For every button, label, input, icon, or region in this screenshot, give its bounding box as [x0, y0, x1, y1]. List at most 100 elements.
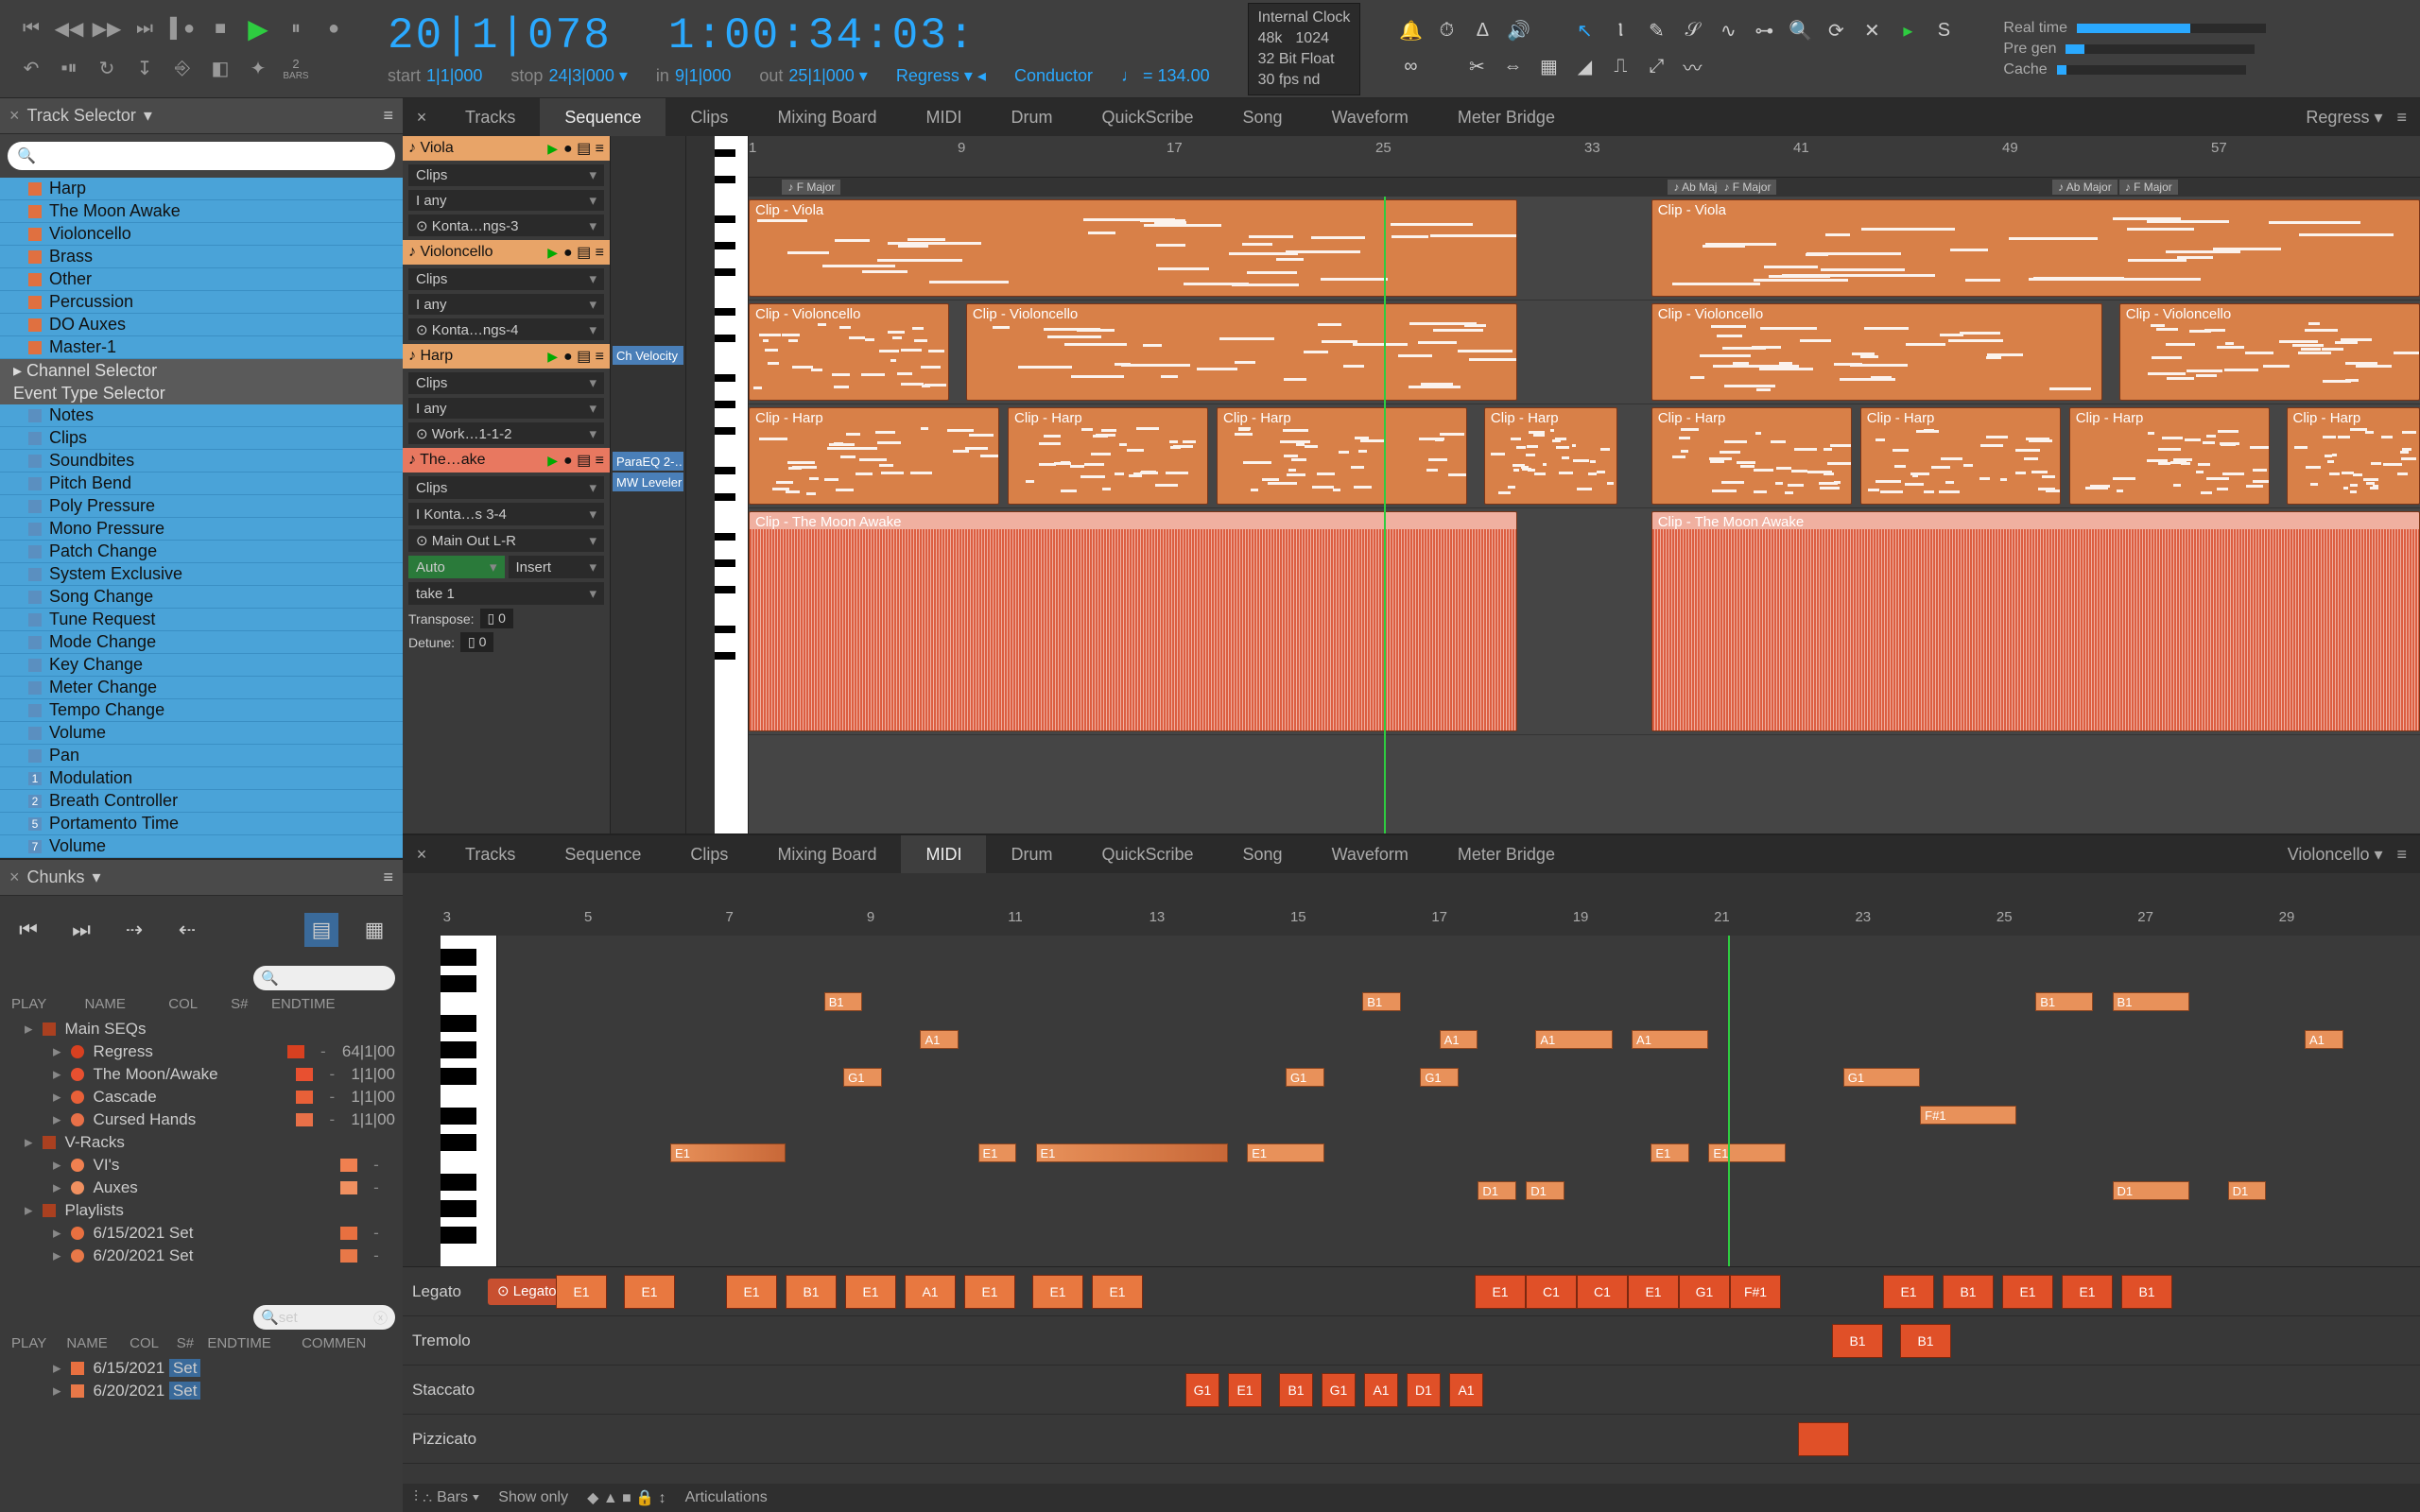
- clip[interactable]: Clip - Violoncello: [1651, 303, 2102, 401]
- list-view-button[interactable]: ▤: [304, 913, 338, 947]
- track-select[interactable]: Clips: [408, 372, 604, 394]
- chunk-item[interactable]: ▸Auxes-: [8, 1177, 395, 1199]
- articulation-event[interactable]: E1: [964, 1275, 1015, 1309]
- articulation-event[interactable]: G1: [1679, 1275, 1730, 1309]
- midi-note[interactable]: B1: [1362, 992, 1401, 1011]
- cross-tool[interactable]: ✕: [1859, 19, 1884, 43]
- articulation-event[interactable]: E1: [2002, 1275, 2053, 1309]
- rewind-start-button[interactable]: ⏮: [15, 13, 47, 45]
- rewind-button[interactable]: ◀◀: [53, 13, 85, 45]
- midi-note[interactable]: F#1: [1920, 1106, 2016, 1125]
- midi-note[interactable]: G1: [1420, 1068, 1459, 1087]
- tab-quickscribe[interactable]: QuickScribe: [1077, 835, 1218, 873]
- clip[interactable]: Clip - Harp: [2287, 407, 2420, 505]
- chunk-item[interactable]: ▸Cascade-1|1|00: [8, 1086, 395, 1108]
- clip[interactable]: Clip - Viola: [749, 199, 1517, 297]
- articulation-row[interactable]: TremoloB1B1: [403, 1316, 2420, 1366]
- track-item[interactable]: The Moon Awake: [0, 200, 403, 223]
- speaker-icon[interactable]: 🔊: [1506, 19, 1530, 43]
- fade-icon[interactable]: ◢: [1572, 55, 1597, 79]
- cue-prev-button[interactable]: ⏮: [11, 913, 45, 947]
- cue-next-button[interactable]: ⏭: [64, 913, 98, 947]
- close-icon[interactable]: ×: [403, 835, 441, 873]
- tab-clips[interactable]: Clips: [666, 98, 752, 136]
- tab-context-select[interactable]: Regress ▾ ≡: [2292, 98, 2420, 136]
- tab-mixing-board[interactable]: Mixing Board: [752, 835, 901, 873]
- sequence-ruler[interactable]: 19172533414957: [749, 136, 2420, 178]
- tab-drum[interactable]: Drum: [986, 98, 1077, 136]
- event-type-item[interactable]: Soundbites: [0, 450, 403, 472]
- tab-context-select[interactable]: Violoncello ▾ ≡: [2274, 835, 2420, 873]
- tab-quickscribe[interactable]: QuickScribe: [1077, 98, 1218, 136]
- clip[interactable]: Clip - The Moon Awake: [749, 511, 1517, 731]
- pause-end-button[interactable]: ▌●: [166, 13, 199, 45]
- pause-button[interactable]: ⏸: [280, 13, 312, 45]
- tab-midi[interactable]: MIDI: [901, 98, 986, 136]
- track-select[interactable]: I Konta…s 3-4: [408, 503, 604, 525]
- articulation-event[interactable]: E1: [1228, 1373, 1262, 1407]
- tab-waveform[interactable]: Waveform: [1307, 98, 1433, 136]
- countoff-button[interactable]: ✦: [242, 53, 274, 85]
- track-select[interactable]: I any: [408, 294, 604, 316]
- articulation-event[interactable]: E1: [2062, 1275, 2113, 1309]
- chunk-item[interactable]: ▸6/20/2021 Set-: [8, 1245, 395, 1267]
- track-header[interactable]: ♪ The…ake▶ ● ▤ ≡: [403, 448, 610, 472]
- cut-icon[interactable]: ✂: [1464, 55, 1489, 79]
- articulation-event[interactable]: G1: [1322, 1373, 1356, 1407]
- track-search-input[interactable]: 🔍: [8, 142, 395, 170]
- articulation-event[interactable]: C1: [1526, 1275, 1577, 1309]
- midi-note-grid[interactable]: B1B1B1B1A1A1A1A1A1G1G1G1G1F#1E1E1E1E1E1E…: [497, 936, 2420, 1266]
- articulation-event[interactable]: E1: [1883, 1275, 1934, 1309]
- track-select[interactable]: Clips: [408, 164, 604, 186]
- punch-button[interactable]: ↧: [129, 53, 161, 85]
- track-item[interactable]: Percussion: [0, 291, 403, 314]
- cc-item[interactable]: 2Breath Controller: [0, 790, 403, 813]
- midi-note[interactable]: D1: [2228, 1181, 2267, 1200]
- preroll-button[interactable]: 2BARS: [280, 53, 312, 85]
- track-select[interactable]: I any: [408, 398, 604, 420]
- track-item[interactable]: DO Auxes: [0, 314, 403, 336]
- clip[interactable]: Clip - Viola: [1651, 199, 2420, 297]
- track-select[interactable]: I any: [408, 190, 604, 212]
- event-type-item[interactable]: Pitch Bend: [0, 472, 403, 495]
- zoom-tool[interactable]: 🔍: [1788, 19, 1812, 43]
- view-mode[interactable]: ⫶ ∴ Bars ▾: [414, 1489, 479, 1506]
- cc-item[interactable]: 1Modulation: [0, 767, 403, 790]
- midi-note[interactable]: A1: [1632, 1030, 1708, 1049]
- articulation-event[interactable]: B1: [786, 1275, 837, 1309]
- click-button[interactable]: ◧: [204, 53, 236, 85]
- cc-item[interactable]: 5Portamento Time: [0, 813, 403, 835]
- chunk-folder[interactable]: ▸V-Racks: [8, 1131, 395, 1154]
- midi-note[interactable]: A1: [1440, 1030, 1478, 1049]
- insert-slot[interactable]: MW Leveler: [613, 472, 683, 491]
- articulation-row[interactable]: StaccatoG1E1B1G1A1D1A1: [403, 1366, 2420, 1415]
- articulation-header-pill[interactable]: ⊙ Legato: [488, 1279, 566, 1305]
- overdub-button[interactable]: ⎆: [166, 53, 199, 85]
- event-type-item[interactable]: Meter Change: [0, 677, 403, 699]
- articulation-event[interactable]: A1: [905, 1275, 956, 1309]
- midi-note[interactable]: E1: [978, 1143, 1017, 1162]
- sequence-lanes[interactable]: Clip - ViolaClip - ViolaClip - Violoncel…: [749, 197, 2420, 833]
- tab-tracks[interactable]: Tracks: [441, 98, 540, 136]
- event-type-item[interactable]: Mono Pressure: [0, 518, 403, 541]
- midi-note[interactable]: D1: [1478, 1181, 1516, 1200]
- articulation-event[interactable]: E1: [845, 1275, 896, 1309]
- articulation-event[interactable]: F#1: [1730, 1275, 1781, 1309]
- pointer-tool[interactable]: ↖: [1572, 19, 1597, 43]
- chunk-item[interactable]: ▸Cursed Hands-1|1|00: [8, 1108, 395, 1131]
- auto-return-button[interactable]: ▪⏸: [53, 53, 85, 85]
- clip[interactable]: Clip - Harp: [1008, 407, 1208, 505]
- tab-song[interactable]: Song: [1219, 835, 1307, 873]
- tab-waveform[interactable]: Waveform: [1307, 835, 1433, 873]
- articulation-event[interactable]: D1: [1407, 1373, 1441, 1407]
- forward-end-button[interactable]: ⏭: [129, 13, 161, 45]
- memory-select[interactable]: Regress ▾ ◂: [896, 66, 986, 86]
- gain-icon[interactable]: ⎍: [1608, 55, 1633, 79]
- record-button[interactable]: ●: [318, 13, 350, 45]
- midi-note[interactable]: E1: [1036, 1143, 1228, 1162]
- chunk-item[interactable]: ▸VI's-: [8, 1154, 395, 1177]
- track-header[interactable]: ♪ Harp▶ ● ▤ ≡: [403, 344, 610, 369]
- event-type-item[interactable]: Pan: [0, 745, 403, 767]
- close-icon[interactable]: ×: [9, 868, 20, 887]
- link-icon[interactable]: ∞: [1398, 55, 1423, 79]
